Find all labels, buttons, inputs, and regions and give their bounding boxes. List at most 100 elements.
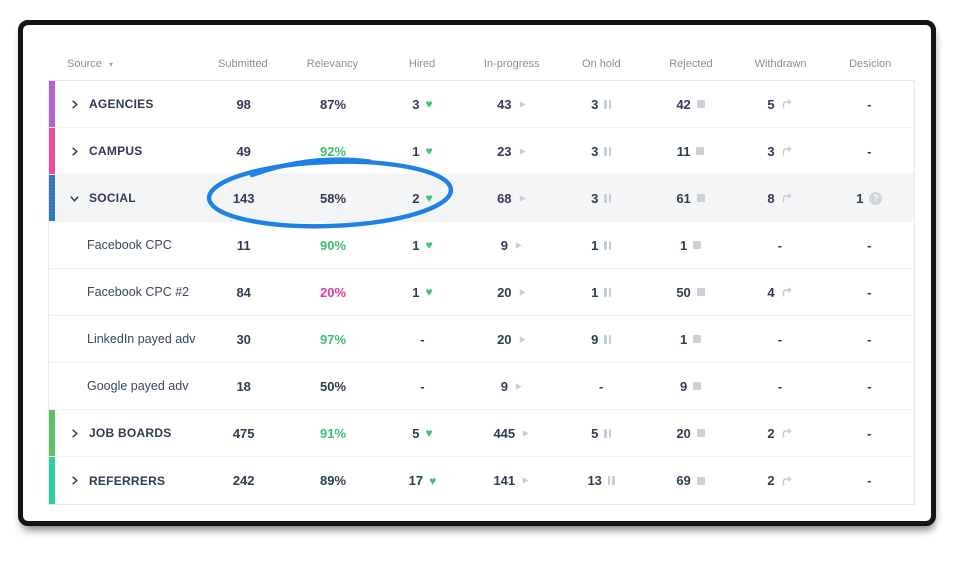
source-cell: SOCIAL — [49, 191, 199, 205]
column-header-relevancy: Relevancy — [306, 58, 359, 70]
source-name: REFERRERS — [89, 473, 166, 488]
square-icon — [696, 429, 705, 437]
play-icon — [515, 241, 522, 249]
group-color-bar — [49, 410, 55, 456]
chevron-right-icon[interactable] — [69, 428, 80, 439]
chevron-right-icon[interactable] — [69, 475, 80, 486]
cell-in-progress: 9 — [467, 379, 556, 394]
column-header-submitted: Submitted — [218, 58, 268, 70]
cell-submitted: 49 — [236, 143, 251, 159]
pause-icon — [604, 146, 612, 156]
cell-rejected: 20 — [646, 426, 735, 441]
source-cell: Facebook CPC — [49, 238, 199, 252]
column-header-on-hold: On hold — [582, 58, 621, 70]
cell-in-progress: 9 — [467, 238, 556, 253]
cell-relevancy: 58% — [320, 190, 347, 206]
sort-arrow-icon[interactable]: ▾ — [109, 60, 113, 69]
heart-icon: ♥ — [425, 144, 433, 158]
cell-rejected: 1 — [646, 238, 735, 253]
cell-in-progress: 20 — [467, 285, 556, 300]
cell-hired: 1 ♥ — [412, 143, 433, 159]
table-row-job-boards[interactable]: JOB BOARDS 475 91% 5 ♥ 445 5 20 2 - — [49, 410, 914, 457]
square-icon — [696, 476, 705, 485]
play-icon — [519, 147, 526, 155]
square-icon — [693, 382, 702, 390]
cell-relevancy: 89% — [320, 473, 347, 488]
source-name: Google payed adv — [87, 379, 189, 393]
cell-on-hold: 3 — [557, 144, 646, 159]
pause-icon — [604, 240, 612, 250]
column-header-source[interactable]: Source ▾ — [48, 58, 198, 70]
cell-submitted: 98 — [236, 96, 251, 112]
cell-rejected: 1 — [646, 332, 735, 347]
square-icon — [696, 194, 705, 202]
cell-on-hold: 1 — [557, 238, 646, 253]
source-name: Facebook CPC — [87, 238, 172, 252]
cell-in-progress: 23 — [467, 144, 556, 159]
cell-hired: 5 ♥ — [412, 425, 433, 441]
cell-hired: 1 ♥ — [412, 284, 433, 300]
cell-withdrawn: - — [777, 331, 783, 347]
cell-rejected: 11 — [646, 144, 735, 159]
redo-arrow-icon — [782, 99, 792, 109]
play-icon — [522, 429, 529, 437]
cell-rejected: 42 — [646, 97, 735, 112]
cell-relevancy: 91% — [320, 425, 347, 441]
source-cell: Google payed adv — [49, 379, 199, 393]
cell-decision: - — [867, 284, 872, 300]
cell-relevancy: 50% — [320, 378, 347, 394]
group-color-bar — [49, 81, 55, 127]
table-row-referrers[interactable]: REFERRERS 242 89% 17 ♥ 141 13 69 2 - — [49, 457, 914, 504]
play-icon — [519, 194, 526, 202]
cell-withdrawn: 8 — [735, 191, 824, 206]
chevron-right-icon[interactable] — [69, 99, 80, 110]
chevron-right-icon[interactable] — [69, 146, 80, 157]
cell-hired: 1 ♥ — [412, 237, 433, 253]
cell-relevancy: 90% — [320, 237, 347, 253]
cell-withdrawn: - — [777, 237, 783, 253]
table-row-linkedin-payed-adv: LinkedIn payed adv 30 97% - 20 9 1 - - — [49, 316, 914, 363]
cell-relevancy: 87% — [320, 96, 347, 112]
pause-icon — [604, 334, 612, 344]
cell-on-hold: 1 — [557, 285, 646, 300]
cell-in-progress: 20 — [467, 332, 556, 347]
cell-rejected: 69 — [646, 473, 735, 488]
column-header-rejected: Rejected — [669, 58, 713, 70]
pause-icon — [604, 287, 612, 297]
group-color-bar — [49, 457, 55, 504]
column-header-desicion: Desicion — [849, 58, 892, 70]
cell-withdrawn: 3 — [735, 144, 824, 159]
table-row-facebook-cpc: Facebook CPC 11 90% 1 ♥ 9 1 1 - - — [49, 222, 914, 269]
source-name: LinkedIn payed adv — [87, 332, 196, 346]
source-cell: LinkedIn payed adv — [49, 332, 199, 346]
pause-icon — [604, 193, 612, 203]
cell-rejected: 9 — [646, 379, 735, 394]
group-color-bar — [49, 175, 55, 221]
table-row-campus[interactable]: CAMPUS 49 92% 1 ♥ 23 3 11 3 - — [49, 128, 914, 175]
redo-arrow-icon — [782, 146, 792, 156]
cell-decision: - — [867, 425, 872, 441]
redo-arrow-icon — [782, 193, 792, 203]
heart-icon: ♥ — [425, 97, 433, 111]
column-header-label: Source — [67, 58, 102, 70]
chevron-down-icon[interactable] — [69, 193, 80, 204]
source-name: CAMPUS — [89, 144, 143, 158]
square-icon — [696, 288, 705, 296]
square-icon — [696, 100, 705, 108]
redo-arrow-icon — [782, 287, 792, 297]
redo-arrow-icon — [782, 475, 792, 485]
play-icon — [519, 100, 526, 108]
cell-decision: - — [867, 331, 872, 347]
cell-decision: - — [867, 378, 872, 394]
play-icon — [519, 288, 526, 296]
cell-hired: - — [420, 378, 425, 394]
source-name: AGENCIES — [89, 97, 154, 111]
play-icon — [522, 477, 529, 484]
cell-on-hold: 3 — [557, 97, 646, 112]
table-row-facebook-cpc-2: Facebook CPC #2 84 20% 1 ♥ 20 1 50 4 - — [49, 269, 914, 316]
cell-submitted: 18 — [236, 378, 251, 394]
cell-in-progress: 43 — [467, 97, 556, 112]
table-row-agencies[interactable]: AGENCIES 98 87% 3 ♥ 43 3 42 5 - — [49, 81, 914, 128]
sources-table: AGENCIES 98 87% 3 ♥ 43 3 42 5 - CAMPUS 49… — [48, 80, 915, 505]
table-row-social[interactable]: SOCIAL 143 58% 2 ♥ 68 3 61 8 1? — [49, 175, 914, 222]
